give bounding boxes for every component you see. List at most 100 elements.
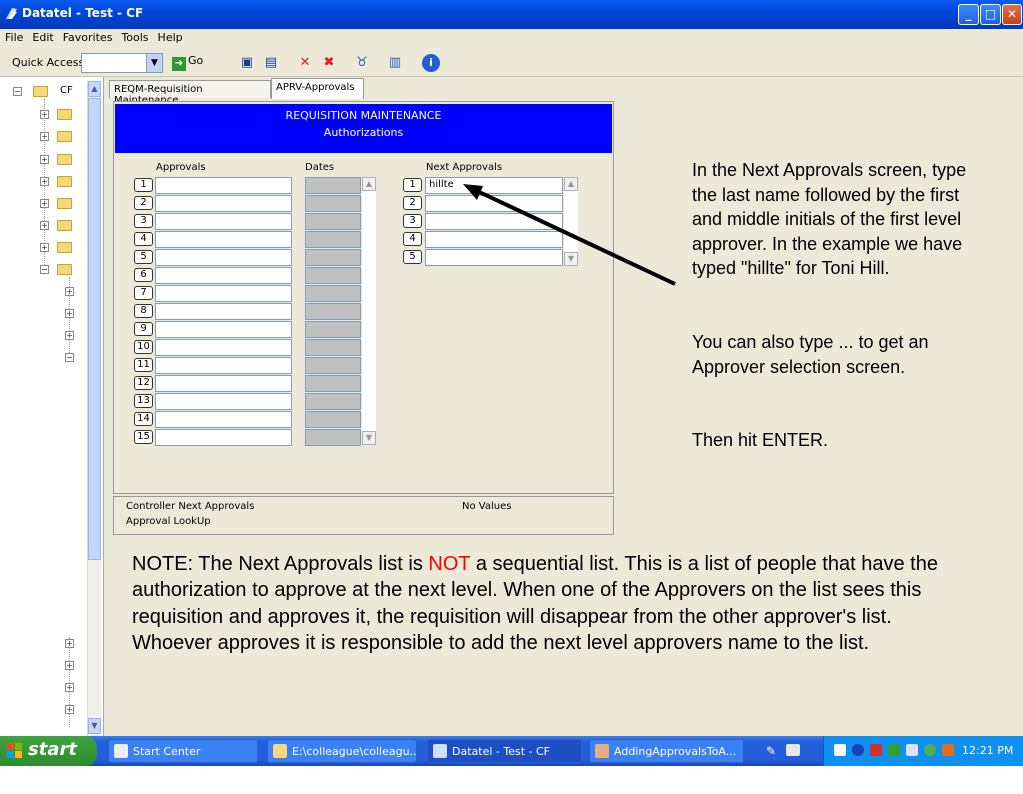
scroll-thumb[interactable]: [88, 98, 101, 560]
approval-field[interactable]: [155, 231, 292, 248]
approval-row-number[interactable]: 15: [134, 430, 153, 444]
update-icon[interactable]: [924, 744, 936, 756]
expand-icon[interactable]: +: [40, 243, 49, 252]
wireless-icon[interactable]: [888, 744, 900, 756]
approval-field[interactable]: [155, 267, 292, 284]
dates-scrollbar[interactable]: ▲ ▼: [362, 177, 376, 445]
expand-icon[interactable]: +: [65, 309, 74, 318]
chevron-down-icon[interactable]: ▼: [146, 54, 162, 72]
approval-field[interactable]: [155, 213, 292, 230]
approval-row-number[interactable]: 14: [134, 412, 153, 426]
collapse-icon[interactable]: −: [65, 353, 74, 362]
approval-row-number[interactable]: 3: [134, 214, 153, 228]
approval-row-number[interactable]: 10: [134, 340, 153, 354]
tab-reqm[interactable]: REQM-Requisition Maintenance: [109, 80, 271, 106]
expand-icon[interactable]: +: [40, 199, 49, 208]
collapse-icon[interactable]: −: [40, 265, 49, 274]
approval-row-number[interactable]: 9: [134, 322, 153, 336]
scroll-up-icon[interactable]: ▲: [88, 81, 101, 97]
approval-field[interactable]: [155, 411, 292, 428]
approval-field[interactable]: [155, 249, 292, 266]
approval-field[interactable]: [155, 195, 292, 212]
expand-icon[interactable]: +: [65, 683, 74, 692]
expand-icon[interactable]: +: [40, 177, 49, 186]
approval-row-number[interactable]: 2: [134, 196, 153, 210]
quick-access-combo[interactable]: ▼: [81, 53, 163, 73]
close-button[interactable]: ✕: [1002, 4, 1022, 25]
language-bar-icon[interactable]: [786, 744, 800, 756]
presentation-icon: [595, 744, 609, 758]
next-approval-row-number[interactable]: 5: [403, 250, 422, 264]
form-icon[interactable]: ▥: [386, 54, 404, 72]
task-powerpoint[interactable]: AddingApprovalsToA...: [589, 739, 744, 763]
next-approval-row-number[interactable]: 4: [403, 232, 422, 246]
antivirus-icon[interactable]: [870, 744, 882, 756]
help-icon[interactable]: i: [422, 54, 440, 72]
start-center-icon: [114, 744, 128, 758]
menu-tools[interactable]: Tools: [116, 29, 152, 44]
approval-field[interactable]: [155, 375, 292, 392]
save-icon[interactable]: ▣: [238, 54, 256, 72]
approval-row-number[interactable]: 1: [134, 178, 153, 192]
pen-icon[interactable]: ✎: [766, 744, 776, 758]
network-icon[interactable]: [834, 744, 846, 756]
expand-icon[interactable]: +: [65, 639, 74, 648]
start-button[interactable]: start: [0, 736, 97, 766]
menu-favorites[interactable]: Favorites: [58, 29, 117, 44]
task-explorer[interactable]: E:\colleague\colleagu...: [267, 739, 417, 763]
approval-field[interactable]: [155, 321, 292, 338]
expand-icon[interactable]: +: [65, 705, 74, 714]
tab-aprv[interactable]: APRV-Approvals: [271, 78, 364, 99]
cancel-all-icon[interactable]: ✖: [320, 54, 338, 72]
approval-row-number[interactable]: 7: [134, 286, 153, 300]
scroll-up-icon[interactable]: ▲: [362, 177, 376, 191]
security-icon[interactable]: [942, 744, 954, 756]
clock[interactable]: 12:21 PM: [962, 744, 1013, 757]
scroll-down-icon[interactable]: ▼: [88, 718, 101, 734]
approval-row-number[interactable]: 8: [134, 304, 153, 318]
task-datatel[interactable]: Datatel - Test - CF: [427, 739, 582, 763]
bluetooth-icon[interactable]: [852, 744, 864, 756]
approval-field[interactable]: [155, 339, 292, 356]
approval-row-number[interactable]: 13: [134, 394, 153, 408]
expand-icon[interactable]: +: [40, 155, 49, 164]
approval-field[interactable]: [155, 357, 292, 374]
tree-root-label[interactable]: CF: [60, 85, 73, 96]
maximize-button[interactable]: □: [980, 4, 1001, 25]
approval-field[interactable]: [155, 429, 292, 446]
menu-edit[interactable]: Edit: [27, 29, 57, 44]
approval-field[interactable]: [155, 285, 292, 302]
shield-icon[interactable]: [906, 744, 918, 756]
tree-scrollbar[interactable]: ▲ ▼: [87, 81, 101, 736]
approval-row-number[interactable]: 12: [134, 376, 153, 390]
expand-icon[interactable]: +: [40, 221, 49, 230]
expand-icon[interactable]: +: [65, 331, 74, 340]
expand-icon[interactable]: +: [40, 132, 49, 141]
expand-icon[interactable]: +: [65, 287, 74, 296]
next-approval-row-number[interactable]: 2: [403, 196, 422, 210]
approval-row-number[interactable]: 11: [134, 358, 153, 372]
menu-help[interactable]: Help: [153, 29, 187, 44]
go-button[interactable]: ➔ Go: [172, 54, 203, 71]
scroll-down-icon[interactable]: ▼: [362, 431, 376, 445]
expand-icon[interactable]: +: [65, 661, 74, 670]
next-approval-row-number[interactable]: 3: [403, 214, 422, 228]
save-all-icon[interactable]: ▤: [262, 54, 280, 72]
approval-row-number[interactable]: 5: [134, 250, 153, 264]
cup-icon[interactable]: ♉: [353, 54, 371, 72]
tab-label: APRV-Approvals: [276, 82, 355, 93]
next-approval-row-number[interactable]: 1: [403, 178, 422, 192]
approval-row-number[interactable]: 4: [134, 232, 153, 246]
minimize-button[interactable]: _: [958, 4, 979, 25]
title-bar[interactable]: Datatel - Test - CF _ □ ✕: [0, 0, 1023, 29]
task-start-center[interactable]: Start Center: [108, 739, 258, 763]
expand-icon[interactable]: +: [40, 110, 49, 119]
collapse-icon[interactable]: −: [13, 87, 22, 96]
approval-field[interactable]: [155, 177, 292, 194]
menu-file[interactable]: File: [0, 29, 27, 44]
approval-field[interactable]: [155, 393, 292, 410]
footer-status: No Values: [462, 501, 512, 512]
approval-field[interactable]: [155, 303, 292, 320]
approval-row-number[interactable]: 6: [134, 268, 153, 282]
cancel-icon[interactable]: ✕: [296, 54, 314, 72]
